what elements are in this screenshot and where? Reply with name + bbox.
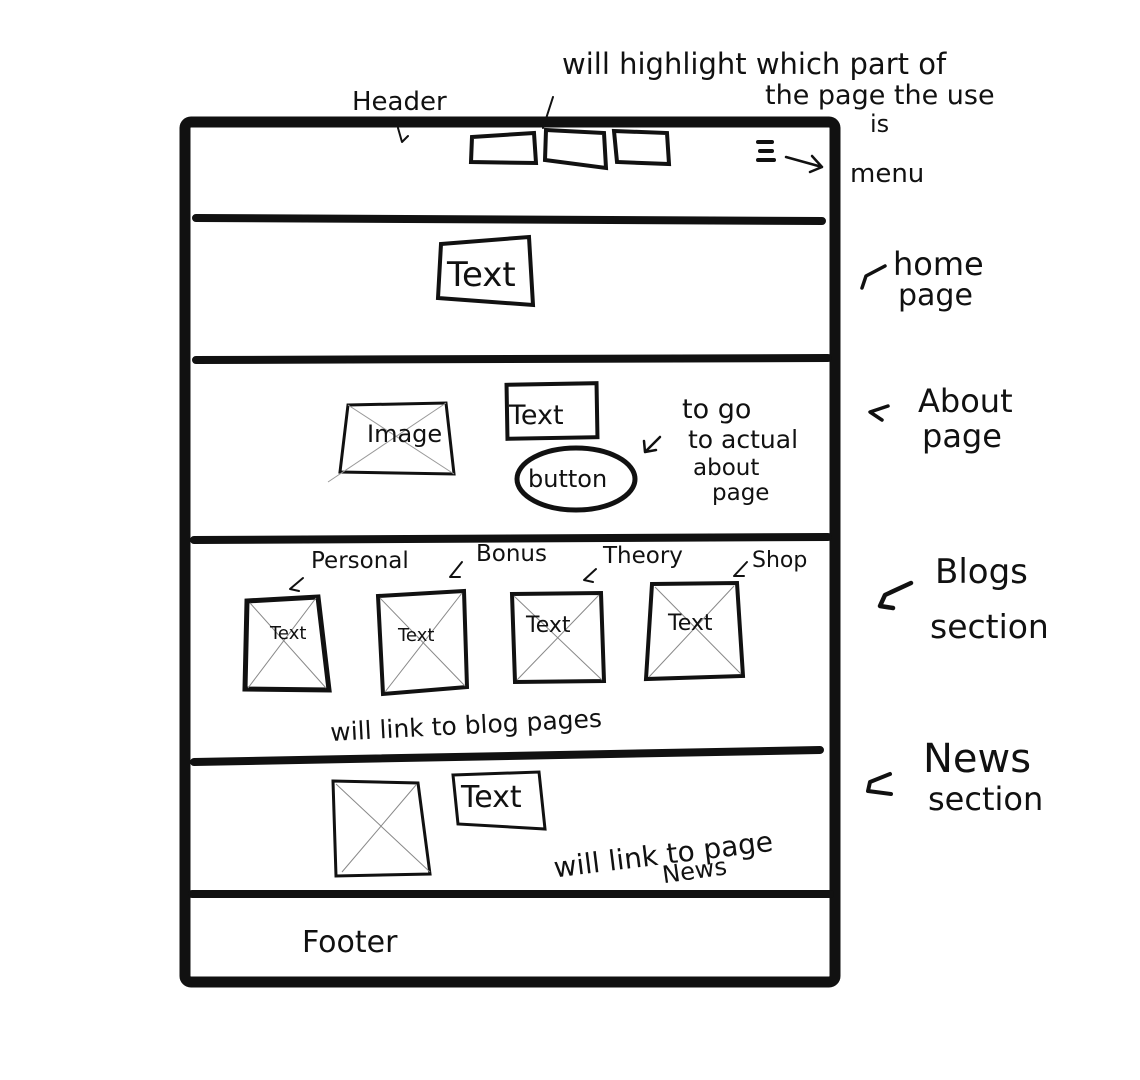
news-image-placeholder xyxy=(331,779,432,878)
nav-tab-1[interactable] xyxy=(468,130,539,166)
about-arrow xyxy=(868,404,890,422)
nav-tab-3[interactable] xyxy=(611,128,672,167)
about-button-note-line4: page xyxy=(712,480,769,506)
home-annotation-line2: page xyxy=(898,278,973,313)
wireframe-sketch: Header will highlight which part of the … xyxy=(179,47,1049,988)
home-text-label: Text xyxy=(446,255,516,295)
blog-category-shop: Shop xyxy=(752,548,807,573)
nav-note-line3: is xyxy=(870,110,889,138)
blog-card-bonus-label: Text xyxy=(397,625,434,646)
news-arrow xyxy=(866,772,893,796)
footer-annotation: Footer xyxy=(302,925,398,960)
nav-note-line2: the page the use xyxy=(765,80,995,111)
about-annotation-line1: About xyxy=(918,382,1013,420)
blog-card-theory-label: Text xyxy=(525,613,571,638)
about-text-label: Text xyxy=(508,400,564,431)
blog-card-personal-label: Text xyxy=(269,623,306,644)
blog-category-bonus: Bonus xyxy=(476,541,547,567)
about-button-note-arrow xyxy=(642,435,662,454)
home-arrow xyxy=(860,264,887,290)
header-arrow xyxy=(397,127,409,143)
about-button-note-line2: to actual xyxy=(688,425,798,454)
about-button-label: button xyxy=(528,465,607,493)
blog-theory-arrow xyxy=(583,568,597,583)
blog-category-theory: Theory xyxy=(602,543,683,569)
divider-blogs-news xyxy=(190,746,824,766)
blogs-annotation-line1: Blogs xyxy=(935,552,1028,592)
news-annotation-line2: section xyxy=(928,780,1043,818)
blog-bonus-arrow xyxy=(449,561,463,578)
menu-annotation: menu xyxy=(850,159,924,189)
about-annotation-line2: page xyxy=(922,417,1002,455)
nav-note-line1: will highlight which part of xyxy=(562,47,947,81)
divider-header-home xyxy=(192,214,826,225)
about-button-note-line1: to go xyxy=(682,394,751,425)
nav-tab-2[interactable] xyxy=(542,127,609,171)
header-annotation: Header xyxy=(352,87,447,117)
news-text-label: Text xyxy=(460,780,522,815)
blog-personal-arrow xyxy=(289,577,304,592)
nav-tabs xyxy=(468,127,672,171)
blogs-annotation-line2: section xyxy=(930,607,1049,646)
news-annotation-line1: News xyxy=(923,736,1031,782)
about-button-note-line3: about xyxy=(693,455,759,481)
blog-shop-arrow xyxy=(733,561,748,577)
menu-arrow xyxy=(784,154,824,174)
divider-home-about xyxy=(192,354,832,364)
divider-about-blogs xyxy=(190,533,832,544)
menu-icon[interactable] xyxy=(756,140,776,162)
blog-category-personal: Personal xyxy=(311,548,409,574)
blog-card-shop-label: Text xyxy=(667,611,713,636)
blogs-link-note: will link to blog pages xyxy=(330,704,603,747)
blogs-arrow xyxy=(877,580,914,611)
about-image-label: Image xyxy=(367,420,442,448)
